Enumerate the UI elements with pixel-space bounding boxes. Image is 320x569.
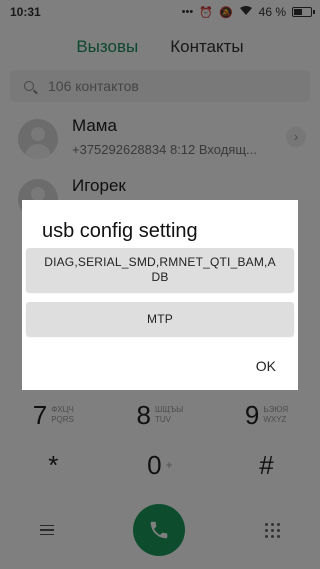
option-mtp-button[interactable]: MTP: [26, 302, 294, 336]
ok-button[interactable]: OK: [256, 358, 276, 374]
dialog-title: usb config setting: [42, 220, 198, 242]
option-label-line: DIAG,SERIAL_SMD,RMNET_QTI_BAM,A: [44, 255, 276, 269]
option-diag-button[interactable]: DIAG,SERIAL_SMD,RMNET_QTI_BAM,A DB: [26, 248, 294, 292]
option-label-line: DB: [151, 270, 169, 284]
usb-config-dialog: usb config setting DIAG,SERIAL_SMD,RMNET…: [22, 200, 298, 390]
